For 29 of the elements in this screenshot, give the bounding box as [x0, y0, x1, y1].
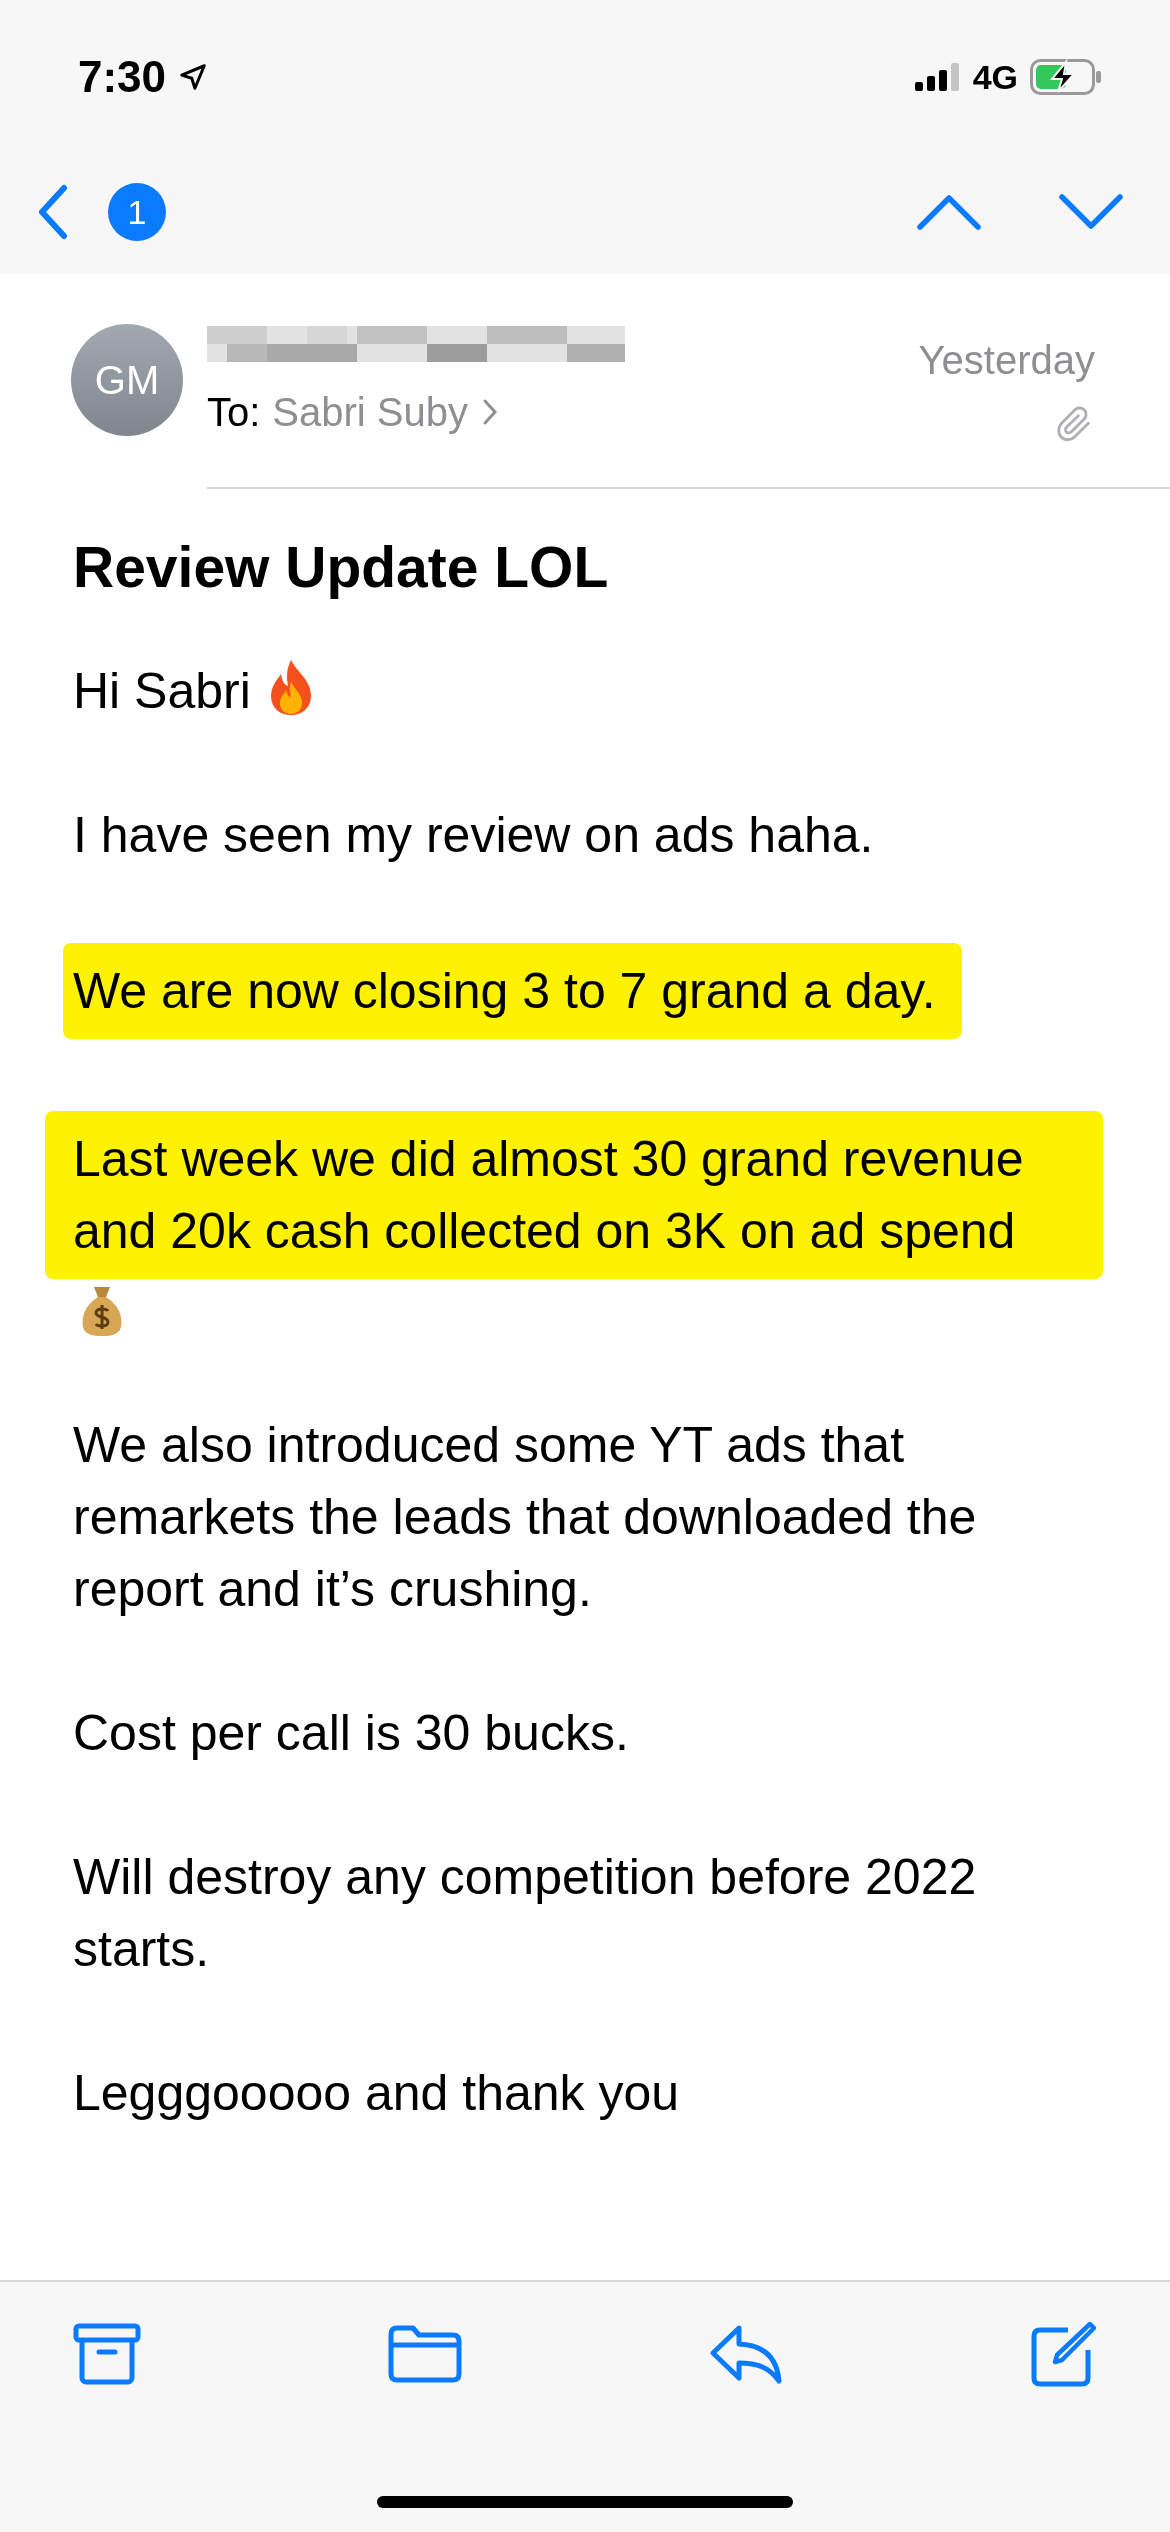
- sender-avatar: GM: [71, 324, 183, 436]
- signal-icon: [914, 63, 961, 91]
- reply-button[interactable]: [708, 2323, 783, 2385]
- archive-button[interactable]: [72, 2322, 142, 2386]
- back-chevron-icon: [36, 184, 70, 240]
- archive-box-icon: [72, 2322, 142, 2386]
- battery-charging-icon: [1030, 59, 1102, 95]
- body-text: Hi Sabri: [73, 662, 251, 719]
- body-text: I have seen my review on ads haha.: [73, 806, 874, 863]
- status-time: 7:30: [78, 51, 167, 103]
- email-subject: Review Update LOL: [72, 534, 610, 601]
- chevron-right-icon: [482, 398, 499, 426]
- down-chevron-icon: [1058, 193, 1124, 231]
- highlighted-text: Last week we did almost 30 grand revenue and 20k cash collected on 3K on ad spend: [45, 1110, 1103, 1279]
- location-arrow-icon: [178, 62, 209, 92]
- folder-icon: [387, 2324, 464, 2384]
- highlighted-text: We are now closing 3 to 7 grand a day.: [63, 942, 962, 1039]
- body-text: Legggooooo and thank you: [73, 2064, 680, 2121]
- recipient-name[interactable]: Sabri Suby: [272, 382, 469, 442]
- up-chevron-icon: [916, 193, 982, 231]
- email-date: Yesterday: [918, 337, 1095, 384]
- network-label: 4G: [972, 56, 1018, 98]
- move-to-folder-button[interactable]: [387, 2324, 464, 2384]
- reply-arrow-icon: [708, 2323, 783, 2385]
- unread-badge: 1: [108, 183, 166, 241]
- to-label: To:: [207, 389, 261, 436]
- body-text: We also introduced some YT ads that remarkets the leads that downloaded the report and it’s crushing.: [73, 1416, 977, 1617]
- body-text: Will destroy any competition before 2022 starts.: [73, 1848, 977, 1977]
- body-text: Cost per call is 30 bucks.: [73, 1704, 629, 1761]
